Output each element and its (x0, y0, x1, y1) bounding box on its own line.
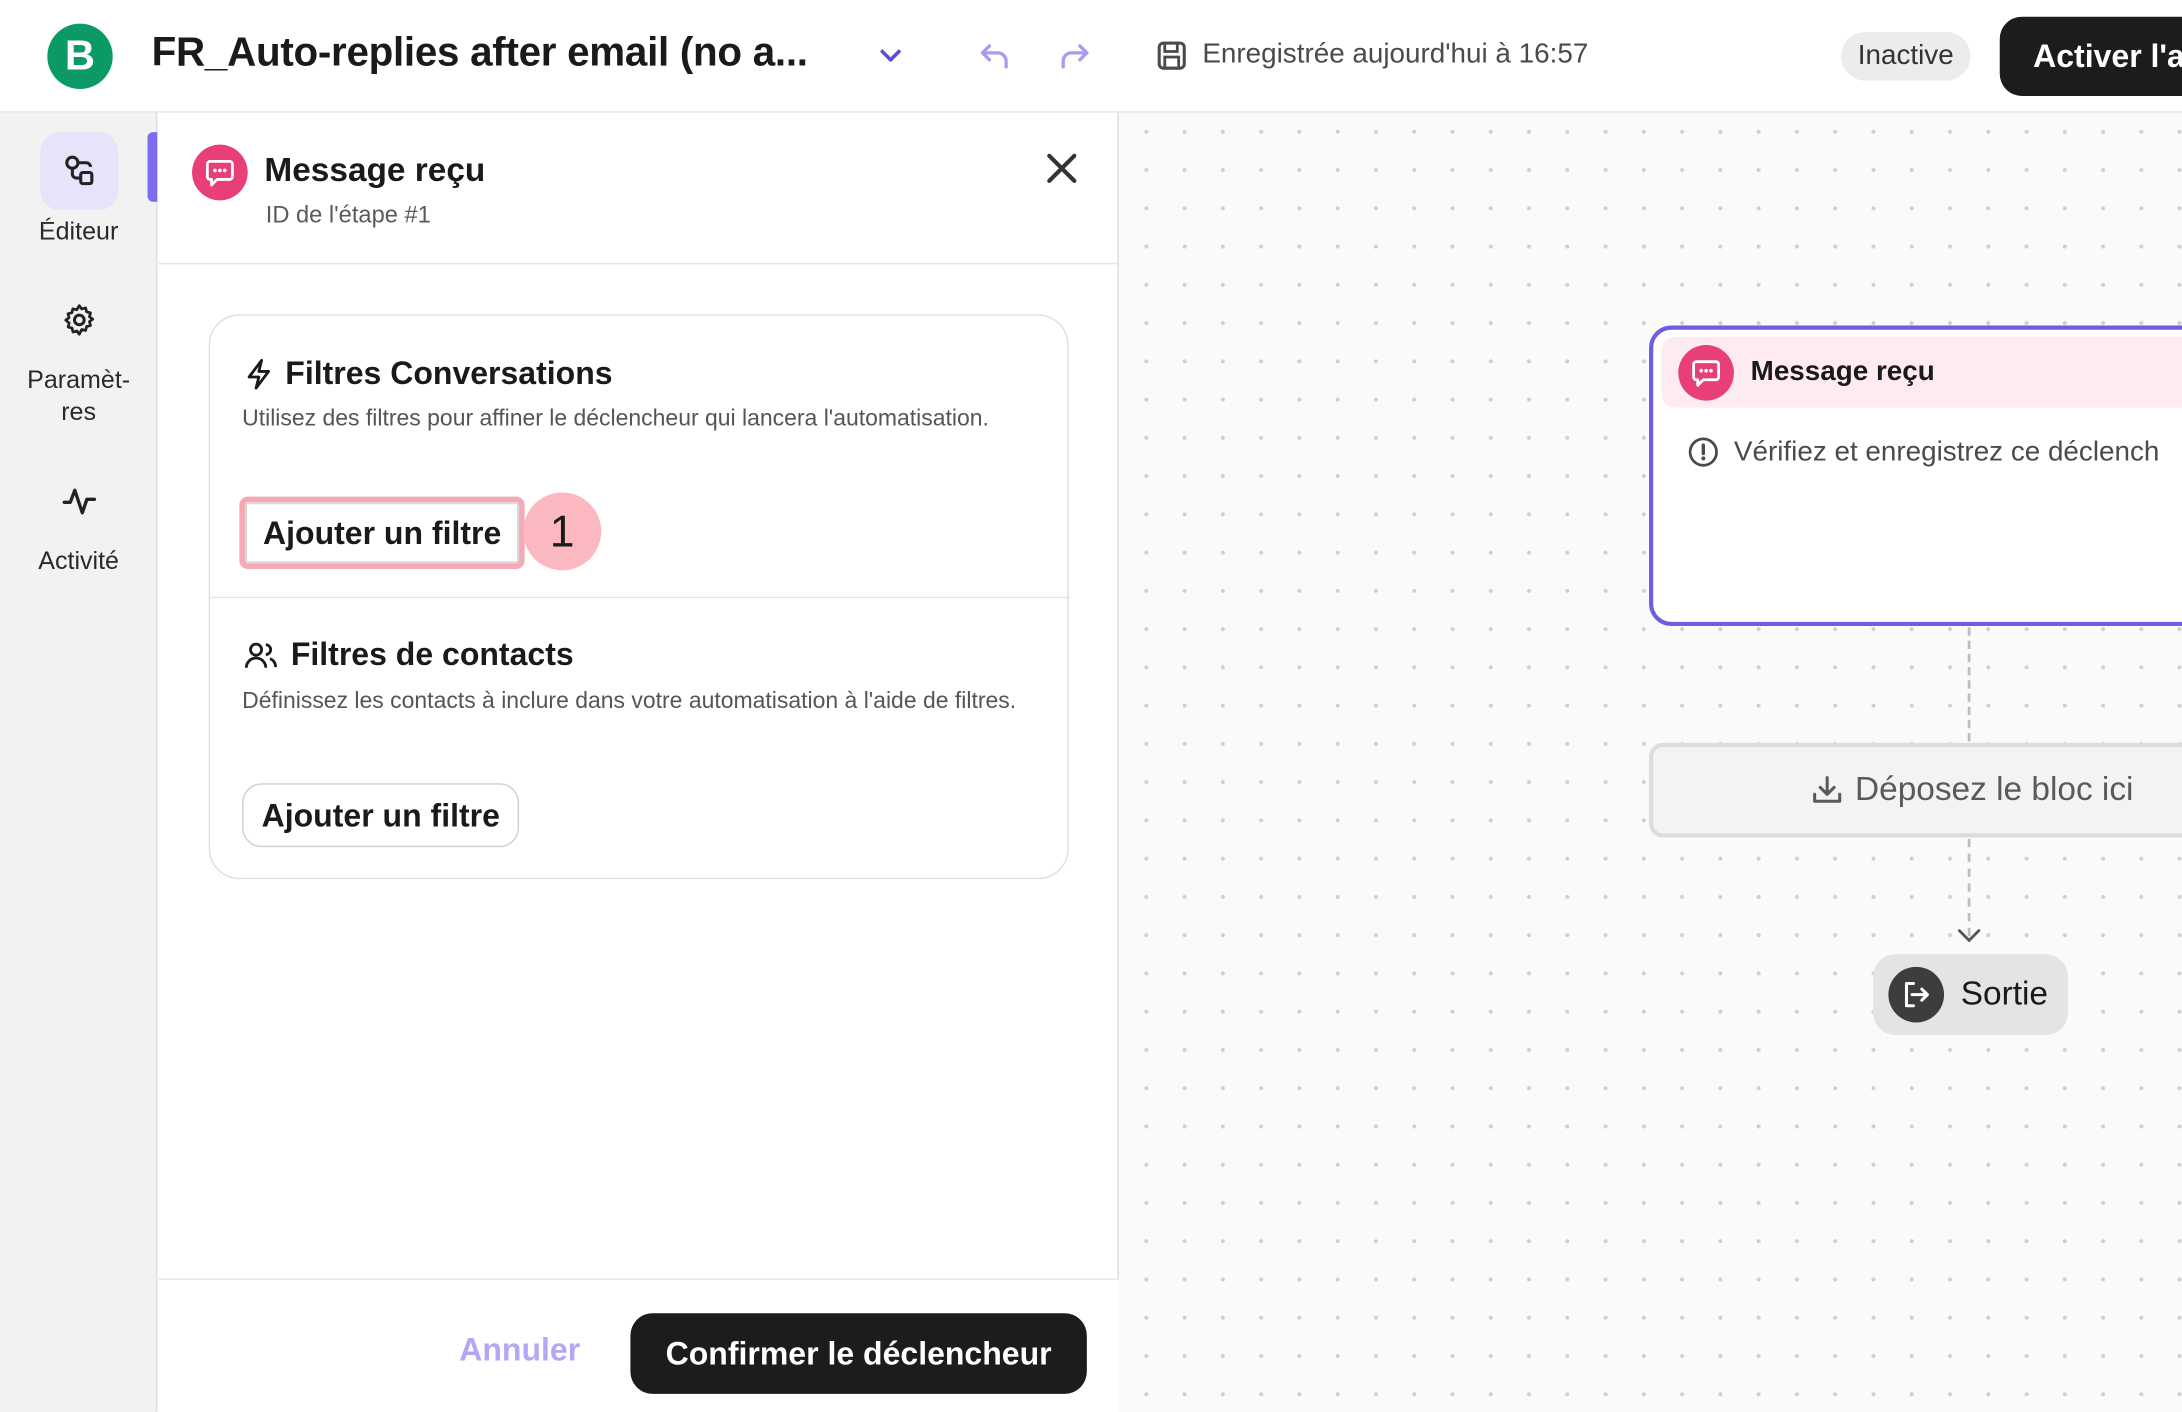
gear-icon (40, 281, 118, 359)
rail-item-editor[interactable]: Éditeur (0, 132, 157, 247)
connector-line (1967, 838, 1971, 937)
exit-icon (1888, 966, 1945, 1023)
conversation-filters-description: Utilisez des filtres pour affiner le déc… (242, 406, 989, 432)
drop-zone[interactable]: Déposez le bloc ici (1649, 742, 2182, 838)
contact-filters-heading: Filtres de contacts (244, 636, 574, 674)
redo-icon[interactable] (1058, 40, 1091, 71)
rail-item-activity[interactable]: Activité (0, 462, 157, 577)
filters-card: Filtres Conversations Utilisez des filtr… (208, 314, 1071, 880)
undo-icon[interactable] (978, 40, 1011, 71)
users-icon (244, 641, 277, 668)
workflow-canvas[interactable]: Message reçu Vérifiez et enregistrez ce … (1120, 112, 2182, 1412)
step-id: ID de l'étape #1 (265, 201, 431, 229)
add-contact-filter-button[interactable]: Ajouter un filtre (242, 783, 520, 848)
contact-filters-title: Filtres de contacts (290, 635, 574, 672)
save-icon (1157, 41, 1186, 70)
alert-circle-icon (1688, 437, 1718, 467)
rail-item-settings[interactable]: Paramèt- res (0, 281, 157, 428)
trigger-node-warning-text: Vérifiez et enregistrez ce déclench (1733, 436, 2160, 467)
rail-label-settings: Paramèt- res (27, 365, 131, 426)
add-conversation-filter-button[interactable]: Ajouter un filtre (239, 496, 525, 569)
close-icon[interactable] (1044, 150, 1080, 186)
confirm-trigger-button[interactable]: Confirmer le déclencheur (630, 1313, 1087, 1394)
status-badge: Inactive (1841, 31, 1971, 81)
chevron-down-icon[interactable] (877, 45, 905, 67)
app-screen: B FR_Auto-replies after email (no a... E… (0, 0, 2182, 1412)
panel-title: Message reçu (264, 151, 486, 190)
step-number-badge: 1 (523, 492, 602, 571)
brand-logo[interactable]: B (47, 23, 113, 90)
rail-label-editor: Éditeur (38, 217, 119, 245)
trigger-node[interactable]: Message reçu Vérifiez et enregistrez ce … (1649, 325, 2182, 626)
cancel-button[interactable]: Annuler (459, 1331, 580, 1369)
exit-label: Sortie (1960, 975, 2049, 1013)
section-divider (210, 596, 1071, 599)
automation-title[interactable]: FR_Auto-replies after email (no a... (152, 31, 808, 77)
message-received-icon (192, 144, 248, 201)
contact-filters-description: Définissez les contacts à inclure dans v… (242, 688, 1017, 714)
message-received-icon (1678, 344, 1734, 401)
panel-footer: Annuler Confirmer le déclencheur (158, 1278, 1119, 1412)
conversation-filters-heading: Filtres Conversations (244, 355, 613, 393)
activity-icon (40, 462, 118, 540)
trigger-node-title: Message reçu (1750, 356, 1935, 387)
left-navigation: Éditeur Paramèt- res Activité (0, 112, 158, 1412)
drop-zone-label: Déposez le bloc ici (1810, 771, 2133, 810)
trigger-node-header: Message reçu (1661, 336, 2182, 408)
download-icon (1813, 776, 1842, 803)
editor-icon (39, 132, 118, 211)
lightning-icon (247, 358, 270, 389)
panel-header: Message reçu ID de l'étape #1 (158, 113, 1119, 265)
drop-zone-text: Déposez le bloc ici (1855, 770, 2134, 809)
connector-line (1967, 627, 1971, 742)
arrow-down-icon (1957, 929, 1981, 943)
trigger-node-warning: Vérifiez et enregistrez ce déclench (1687, 435, 2160, 468)
conversation-filters-title: Filtres Conversations (285, 354, 613, 391)
saved-status-text: Enregistrée aujourd'hui à 16:57 (1202, 38, 1589, 70)
trigger-settings-panel: Message reçu ID de l'étape #1 Filtres Co… (158, 112, 1119, 1412)
activate-button[interactable]: Activer l'a (1999, 16, 2182, 96)
exit-node[interactable]: Sortie (1873, 954, 2068, 1035)
rail-label-activity: Activité (38, 546, 120, 575)
top-bar: B FR_Auto-replies after email (no a... E… (0, 0, 2182, 113)
